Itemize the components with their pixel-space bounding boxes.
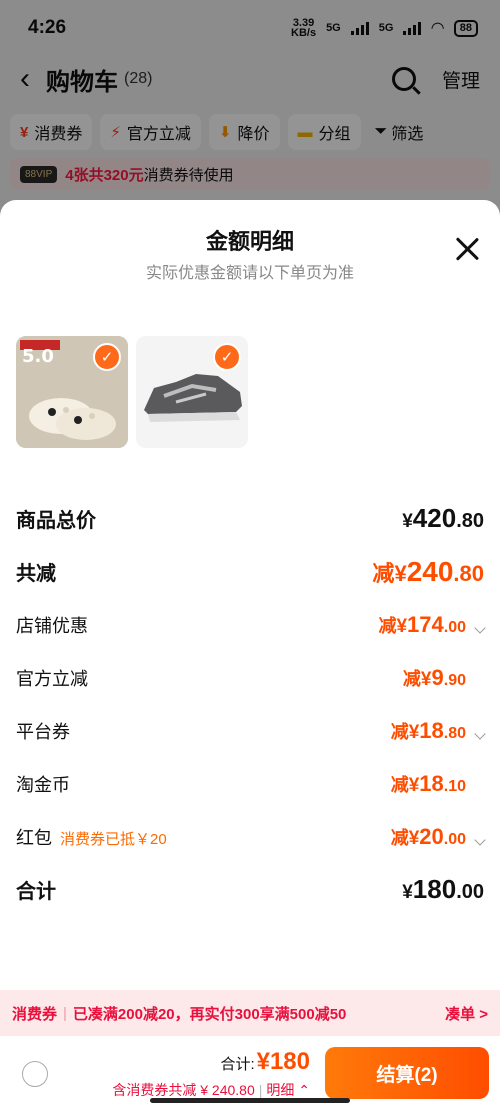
value-integer: 420 [412,503,457,533]
total-label: 合计: [220,1056,255,1073]
row-label: 官方立减 [16,668,88,689]
value-integer: 174 [407,611,444,637]
coupon-applied-tag: 消费券已抵￥20 [60,830,167,848]
total-amount: ¥180 [256,1048,310,1075]
row-label: 平台券 [16,721,70,742]
amount-detail-sheet: 金额明细 实际优惠金额请以下单页为准 5.0 ✓ ✓ 商品总价 ¥ 420 .8… [0,200,500,1111]
currency-symbol: ¥ [420,668,432,690]
currency-symbol: ¥ [408,827,420,849]
total-summary: 合计: ¥180 含消费券共减 ¥ 240.80 | 明细 ⌃ [112,1048,310,1100]
row-label: 共减 [16,563,56,585]
row-label-text: 红包 [16,827,52,848]
row-value: 减 ¥20.00 [390,823,486,850]
checkout-button[interactable]: 结算(2) [325,1047,489,1099]
row-value: 减 ¥9.90 [403,665,484,691]
currency-symbol: ¥ [394,560,407,586]
value-decimal: .80 [456,510,484,532]
currency-symbol: ¥ [402,882,413,903]
row-platform-coupon[interactable]: 平台券 减 ¥18.80 [0,704,500,757]
row-value: ¥420.80 [402,503,484,534]
currency-symbol: ¥ [408,721,420,743]
row-value: 减 ¥18.80 [390,717,486,744]
row-taojinbi: 淘金币 减 ¥18.10 [0,757,500,810]
row-official-discount: 官方立减 减 ¥9.90 [0,651,500,704]
discount-prefix: 减 [390,774,409,795]
selected-products: 5.0 ✓ ✓ [16,336,248,448]
discount-prefix: 减 [372,560,395,586]
row-value: 减 ¥240.80 [372,556,484,588]
currency-symbol: ¥ [396,615,408,637]
currency-symbol: ¥ [408,774,420,796]
chevron-down-icon [474,833,486,846]
value-decimal: .00 [443,830,466,848]
value-decimal: .00 [443,618,466,636]
value-integer: 240 [406,555,454,587]
checkout-footer: 合计: ¥180 含消费券共减 ¥ 240.80 | 明细 ⌃ 结算(2) [0,1036,500,1111]
row-store-discount[interactable]: 店铺优惠 减 ¥174.00 [0,598,500,651]
value-integer: 20 [419,823,444,849]
coupon-promo-bar[interactable]: 消费券 | 已凑满200减20，再实付300享满500减50 凑单 > [0,990,500,1036]
value-integer: 18 [419,770,444,796]
row-red-packet[interactable]: 红包 消费券已抵￥20 减 ¥20.00 [0,810,500,863]
sheet-subtitle: 实际优惠金额请以下单页为准 [145,265,354,282]
promo-divider: | [63,1004,67,1022]
sheet-title: 金额明细 [205,229,294,254]
amount-rows: 商品总价 ¥420.80 共减 减 ¥240.80 店铺优惠 减 ¥174.00 官… [0,492,500,916]
product-rating-badge: 5.0 [22,346,54,367]
add-items-link[interactable]: 凑单 > [445,1003,488,1024]
value-integer: 18 [419,717,444,743]
value-integer: 9 [431,664,444,690]
saving-text: 含消费券共减 ¥ 240.80 [112,1082,255,1098]
value-decimal: .00 [456,881,484,903]
row-label: 商品总价 [16,510,96,532]
row-total-discount: 共减 减 ¥240.80 [0,545,500,598]
value-decimal: .80 [453,560,484,586]
row-label: 淘金币 [16,774,70,795]
discount-prefix: 减 [378,615,397,636]
product-thumbnail-clog[interactable]: 5.0 ✓ [16,336,128,448]
saving-divider: | [258,1082,263,1098]
value-decimal: .10 [443,777,466,795]
row-label: 红包 消费券已抵￥20 [16,824,391,850]
close-icon[interactable] [454,236,480,262]
discount-prefix: 减 [390,827,409,848]
row-value: 减 ¥18.10 [391,771,484,797]
detail-toggle[interactable]: 明细 ⌃ [266,1082,310,1098]
currency-symbol: ¥ [402,511,413,532]
value-decimal: .80 [443,724,466,742]
row-value: 减 ¥174.00 [378,611,486,638]
chevron-down-icon [474,727,486,740]
row-total-price: 商品总价 ¥420.80 [0,492,500,545]
product-thumbnail-sneaker[interactable]: ✓ [136,336,248,448]
discount-prefix: 减 [402,668,421,689]
value-integer: 180 [412,874,457,904]
select-all-radio[interactable] [22,1061,48,1087]
row-label: 店铺优惠 [16,615,88,636]
promo-text: 已凑满200减20，再实付300享满500减50 [72,1005,347,1023]
checkmark-icon[interactable]: ✓ [93,343,121,371]
chevron-down-icon [474,621,486,634]
row-value: ¥180.00 [402,874,484,905]
row-label: 合计 [16,881,56,903]
discount-prefix: 减 [390,721,409,742]
promo-label: 消费券 [12,1005,58,1023]
home-indicator [150,1098,350,1103]
row-grand-total: 合计 ¥180.00 [0,863,500,916]
checkmark-icon[interactable]: ✓ [213,343,241,371]
value-decimal: .90 [443,671,466,689]
